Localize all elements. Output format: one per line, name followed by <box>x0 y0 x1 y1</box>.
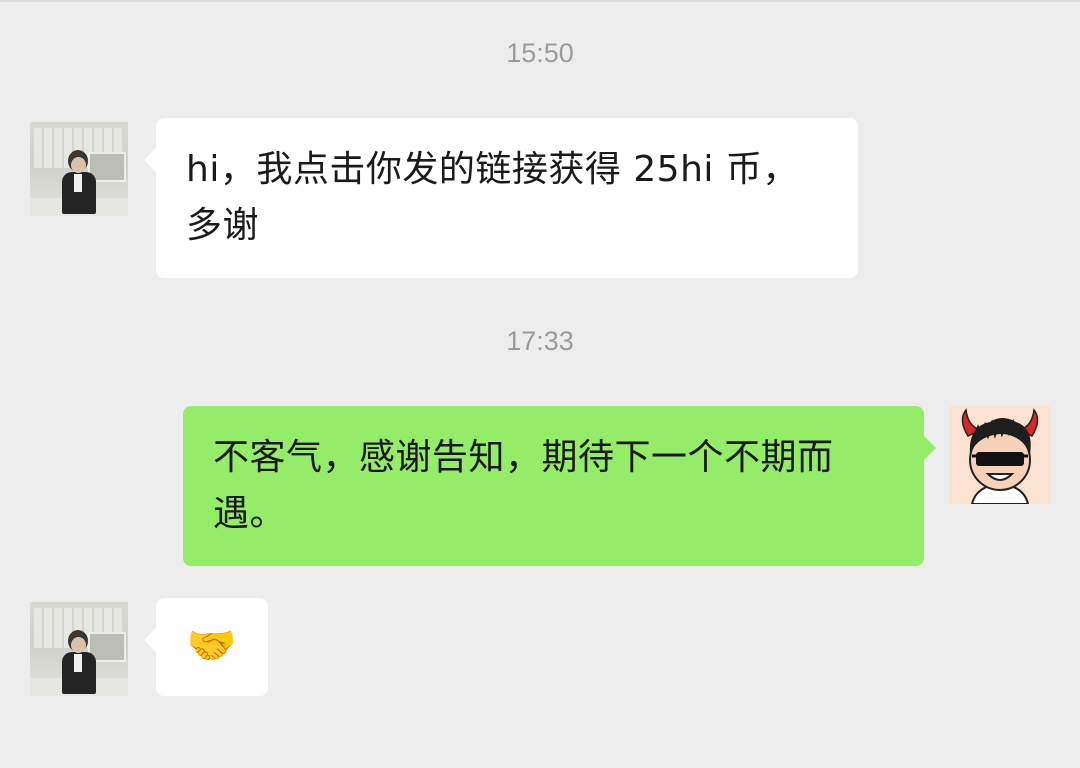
contact-avatar[interactable] <box>30 602 128 696</box>
devil-sunglasses-avatar-icon <box>950 406 1050 504</box>
contact-avatar[interactable] <box>30 122 128 216</box>
my-avatar[interactable] <box>950 406 1050 504</box>
received-message-bubble[interactable]: hi，我点击你发的链接获得 25hi 币，多谢 <box>144 118 858 278</box>
handshake-emoji-icon: 🤝 <box>186 623 238 669</box>
message-text: hi，我点击你发的链接获得 25hi 币，多谢 <box>186 149 799 246</box>
message-text: 不客气，感谢告知，期待下一个不期而遇。 <box>213 437 834 534</box>
top-divider <box>0 0 1080 2</box>
timestamp: 17:33 <box>506 326 574 356</box>
timestamp: 15:50 <box>506 38 574 68</box>
received-message-bubble[interactable]: 🤝 <box>144 598 268 696</box>
sent-message-bubble[interactable]: 不客气，感谢告知，期待下一个不期而遇。 <box>183 406 936 566</box>
